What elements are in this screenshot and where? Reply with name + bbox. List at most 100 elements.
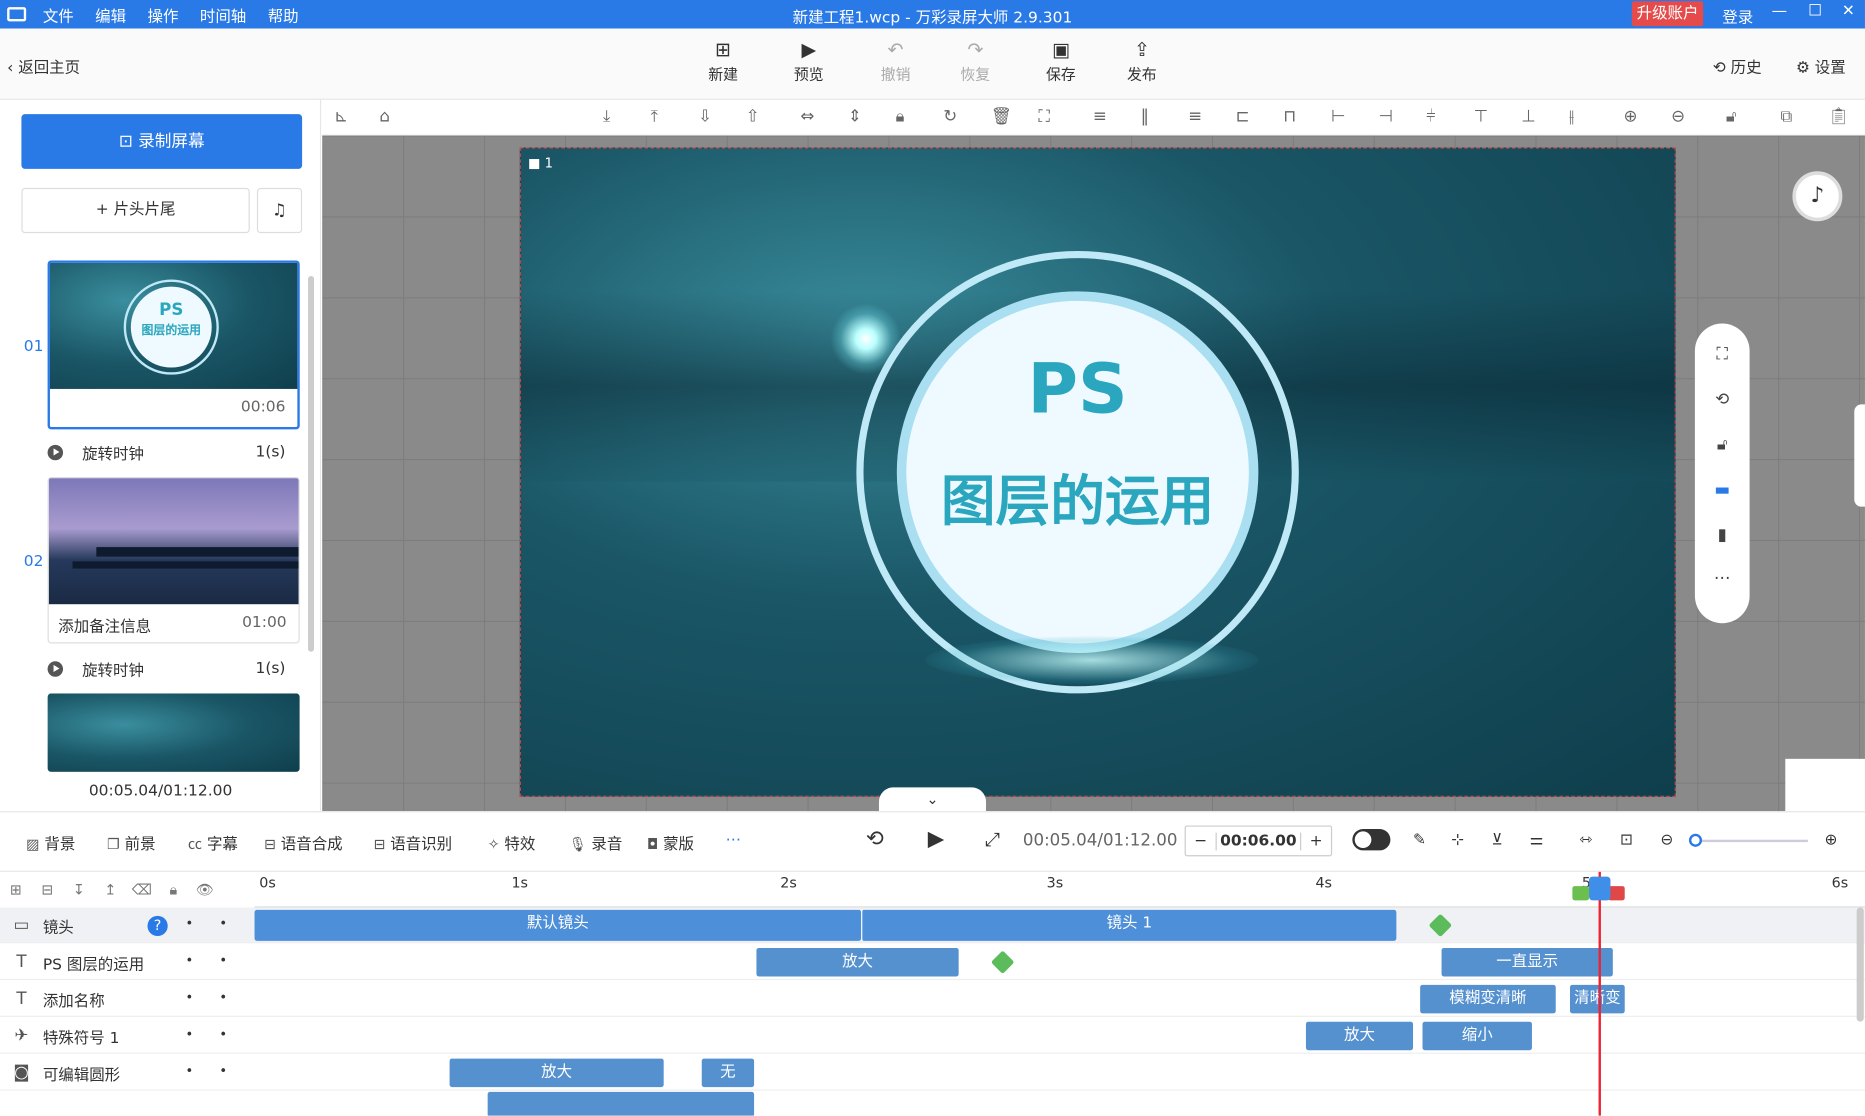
menu-help[interactable]: 帮助 (268, 3, 299, 26)
minus-icon[interactable]: − (1186, 831, 1217, 850)
distribute-icon[interactable]: ⊏ (1236, 107, 1250, 126)
intro-outro-button[interactable]: + 片头片尾 (21, 187, 250, 234)
maximize-icon[interactable]: ☐ (1803, 2, 1827, 23)
center-h-icon[interactable]: ⫩ (1426, 107, 1436, 126)
plus-icon[interactable]: + (1300, 831, 1331, 850)
align-bottom-icon[interactable]: ⊣ (1379, 107, 1394, 126)
scene-thumbnail-1[interactable]: PS 图层的运用 00:06 (47, 260, 300, 430)
top-edge-icon[interactable]: ⊤ (1474, 107, 1489, 126)
track-flags[interactable]: •• (186, 953, 254, 968)
move-down-icon[interactable]: ⇩ (698, 107, 712, 126)
new-button[interactable]: ⊞ 新建 (697, 38, 749, 84)
music-button[interactable]: ♫ (256, 187, 303, 234)
zoom-out-icon[interactable]: ⊖ (1671, 107, 1685, 126)
help-icon[interactable]: ? (147, 915, 168, 936)
unlock-icon[interactable]: 🔓︎ (1726, 107, 1737, 126)
back-home-button[interactable]: ‹ 返回主页 (7, 55, 80, 77)
subtitle-tool[interactable]: ㏄字幕 (188, 831, 238, 854)
marker-green[interactable] (1572, 886, 1590, 901)
menu-edit[interactable]: 编辑 (95, 3, 126, 26)
animation-clip-partial[interactable] (487, 1091, 755, 1116)
tts-tool[interactable]: ⊟ 语音合成 (264, 831, 343, 854)
menu-operate[interactable]: 操作 (148, 3, 179, 26)
record-screen-button[interactable]: ⊡ 录制屏幕 (21, 114, 303, 169)
more-icon[interactable]: ⋯ (1710, 569, 1734, 588)
zoom-in-icon[interactable]: ⊕ (1624, 107, 1638, 126)
play-icon[interactable]: ▶ (928, 827, 944, 852)
zoom-slider[interactable] (1693, 839, 1808, 843)
eye-icon[interactable]: 👁︎ (189, 881, 221, 898)
marker-red[interactable] (1608, 886, 1625, 901)
undo-button[interactable]: ↶ 撤销 (869, 38, 921, 84)
menu-timeline[interactable]: 时间轴 (200, 3, 246, 26)
zoom-out-icon[interactable]: ⊖ (1660, 831, 1673, 849)
align-middle-icon[interactable]: ⊢ (1331, 107, 1346, 126)
flip-horizontal-icon[interactable]: ⇔ (800, 107, 814, 126)
zoom-in-icon[interactable]: ⊕ (1825, 831, 1838, 849)
foreground-tool[interactable]: ❐ 前景 (107, 831, 156, 854)
mask-tool[interactable]: ◘ 蒙版 (647, 831, 694, 854)
login-button[interactable]: 登录 (1722, 5, 1753, 28)
track-row-text[interactable]: T 添加名称 •• 模糊变清晰 清晰变 (0, 981, 1865, 1017)
minimize-icon[interactable]: — (1767, 2, 1791, 23)
transition-item[interactable]: 旋转时钟 1(s) (47, 658, 286, 680)
duration-input[interactable]: 00:06.00 (1217, 832, 1300, 850)
copy-icon[interactable]: ⧉ (1781, 107, 1793, 126)
camera-marker[interactable]: ■ 1 (528, 156, 553, 171)
adjust-icon[interactable]: ⚌ (1530, 831, 1544, 849)
duration-stepper[interactable]: − 00:06.00 + (1184, 825, 1333, 857)
bottom-edge-icon[interactable]: ⊥ (1521, 107, 1536, 126)
fit-icon[interactable]: ⛶ (1038, 107, 1050, 126)
desktop-icon[interactable]: ▬ (1710, 481, 1734, 500)
scene-thumbnail-2[interactable]: 添加备注信息 01:00 (47, 476, 300, 644)
history-button[interactable]: ⟲ 历史 (1713, 55, 1762, 77)
track-flags[interactable]: •• (186, 1063, 254, 1078)
center-v-icon[interactable]: ⫲ (1569, 107, 1574, 126)
scene-thumbnail-3[interactable] (47, 693, 300, 772)
background-tool[interactable]: ▨ 背景 (26, 831, 75, 854)
move-bottom-icon[interactable]: ⤓ (603, 107, 610, 126)
add-keyframe-icon[interactable] (990, 950, 1015, 974)
camera-clip[interactable]: 默认镜头 (254, 909, 862, 941)
move-up-icon[interactable]: ⇧ (746, 107, 760, 126)
rotate-icon[interactable]: ↻ (943, 107, 957, 126)
add-keyframe-icon[interactable] (1428, 913, 1453, 938)
animation-clip[interactable]: 放大 (756, 947, 959, 977)
more-tools-icon[interactable]: ⋯ (726, 831, 741, 849)
animation-clip[interactable]: 模糊变清晰 (1420, 984, 1556, 1014)
track-flags[interactable]: •• (186, 1026, 254, 1041)
rotate-lock-icon[interactable]: ⟲ (1710, 390, 1734, 409)
ruler-icon[interactable]: ⊾ (334, 107, 348, 126)
fullscreen-icon[interactable]: ⛶ (1710, 345, 1734, 364)
redo-button[interactable]: ↷ 恢复 (949, 38, 1001, 84)
align-top-icon[interactable]: ⊓ (1283, 107, 1296, 126)
record-audio-tool[interactable]: 🎙︎ 录音 (569, 831, 623, 854)
animation-clip[interactable]: 清晰变 (1570, 984, 1625, 1014)
animation-clip[interactable]: 缩小 (1422, 1021, 1532, 1051)
fit-width-icon[interactable]: ⇿ (1580, 831, 1593, 849)
minimap[interactable] (1785, 758, 1865, 812)
playhead[interactable] (1598, 871, 1601, 1116)
slide-subtitle[interactable]: 图层的运用 (894, 458, 1260, 537)
publish-button[interactable]: ⇪ 发布 (1116, 38, 1168, 84)
move-down-icon[interactable]: ↧ (63, 881, 95, 898)
split-icon[interactable]: ⊹ (1451, 831, 1464, 849)
flip-vertical-icon[interactable]: ⇕ (848, 107, 862, 126)
toggle-switch[interactable] (1352, 829, 1391, 851)
filter-icon[interactable]: ⊻ (1492, 831, 1503, 849)
unlock-icon[interactable]: 🔓︎ (1710, 435, 1734, 454)
menu-file[interactable]: 文件 (43, 3, 74, 26)
paste-icon[interactable]: 📋︎ (1828, 107, 1849, 126)
animation-clip[interactable]: 无 (701, 1058, 755, 1088)
track-row-camera[interactable]: ▭ 镜头? •• 默认镜头 镜头 1 (0, 907, 1865, 944)
settings-button[interactable]: ⚙ 设置 (1796, 55, 1846, 77)
speech-recognition-tool[interactable]: ⊟ 语音识别 (373, 831, 452, 854)
home-icon[interactable]: ⌂ (379, 107, 390, 126)
align-left-icon[interactable]: ≡ (1093, 107, 1107, 126)
scene-note[interactable]: 添加备注信息 (58, 614, 151, 636)
slide-canvas[interactable]: ■ 1 PS 图层的运用 (519, 147, 1676, 797)
align-right-icon[interactable]: ≡ (1188, 107, 1202, 126)
animation-clip[interactable]: 放大 (449, 1058, 664, 1088)
one-to-one-icon[interactable]: ⊡ (1620, 831, 1633, 849)
slide-title[interactable]: PS (906, 348, 1249, 429)
